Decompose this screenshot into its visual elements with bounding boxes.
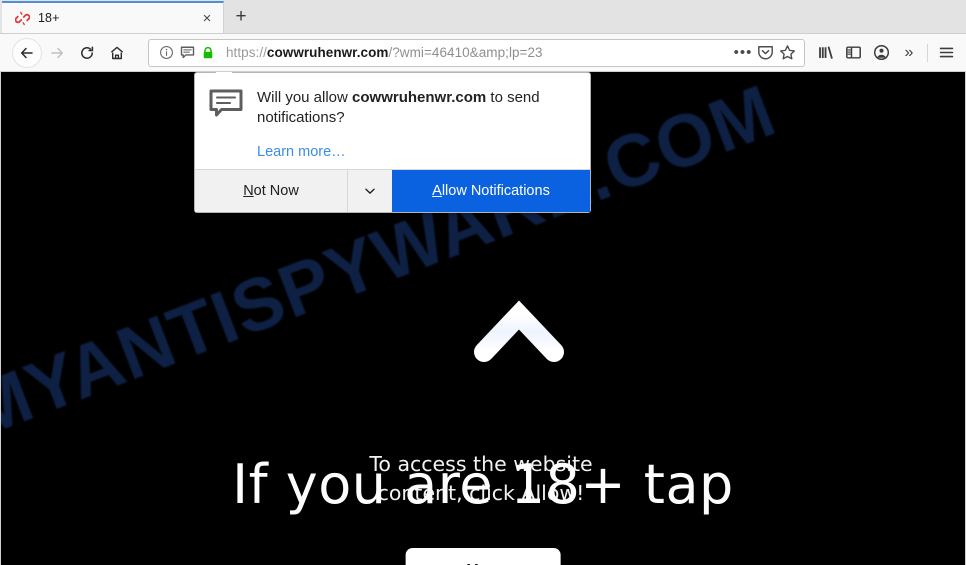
sidebar-icon[interactable] [839, 39, 867, 67]
url-scheme: https:// [226, 45, 267, 60]
chevron-down-icon[interactable] [348, 170, 392, 212]
notification-bubble-icon [209, 88, 243, 161]
navigation-toolbar: https://cowwruhenwr.com/?wmi=46410&amp;l… [0, 34, 966, 72]
page-actions-icon[interactable]: ••• [732, 42, 754, 64]
overflow-chevrons-icon[interactable]: » [895, 39, 923, 67]
allow-label: llow Notifications [441, 182, 550, 199]
pocket-icon[interactable] [754, 42, 776, 64]
back-arrow-icon[interactable] [12, 37, 42, 68]
browser-tab[interactable]: 18+ × [2, 1, 224, 33]
star-icon[interactable] [776, 42, 798, 64]
page-headline: If you are 18+ tap [232, 453, 734, 516]
notification-bubble-icon[interactable] [177, 43, 197, 63]
allow-button[interactable]: Allow [405, 548, 561, 565]
url-text[interactable]: https://cowwruhenwr.com/?wmi=46410&amp;l… [226, 45, 732, 60]
notification-permission-popup: Will you allow cowwruhenwr.com to send n… [194, 72, 591, 213]
page-content: MYANTISPYWARE.COM To access the website … [0, 72, 966, 565]
question-domain: cowwruhenwr.com [352, 89, 487, 106]
close-icon[interactable]: × [197, 8, 217, 28]
url-host: cowwruhenwr.com [266, 45, 389, 60]
not-now-label: ot Now [253, 182, 299, 199]
hamburger-menu-icon[interactable] [932, 39, 960, 67]
url-path: /?wmi=46410&amp;lp=23 [388, 45, 543, 60]
learn-more-link[interactable]: Learn more… [257, 144, 346, 160]
address-bar[interactable]: https://cowwruhenwr.com/?wmi=46410&amp;l… [148, 38, 805, 67]
permission-question: Will you allow cowwruhenwr.com to send n… [257, 88, 574, 128]
padlock-icon[interactable] [198, 43, 218, 63]
not-now-button[interactable]: Not Now [195, 169, 348, 212]
popup-pointer [215, 72, 233, 73]
up-arrow-icon [471, 294, 567, 428]
home-icon[interactable] [102, 38, 132, 68]
account-icon[interactable] [867, 39, 895, 67]
info-circle-icon[interactable] [156, 43, 176, 63]
new-tab-button[interactable]: + [224, 1, 258, 33]
question-prefix: Will you allow [257, 89, 353, 106]
tab-strip: 18+ × + [0, 0, 966, 34]
allow-accesskey: A [432, 182, 442, 199]
not-now-accesskey: N [243, 182, 254, 199]
library-icon[interactable] [811, 39, 839, 67]
broken-link-icon [14, 10, 30, 26]
popup-footer: Not Now Allow Notifications [195, 168, 590, 212]
allow-notifications-button[interactable]: Allow Notifications [392, 169, 590, 212]
popup-body: Will you allow cowwruhenwr.com to send n… [195, 73, 590, 169]
toolbar-right-group: » [811, 39, 960, 67]
popup-text-column: Will you allow cowwruhenwr.com to send n… [257, 88, 574, 161]
forward-arrow-icon [42, 38, 72, 68]
toolbar-divider [927, 43, 928, 62]
browser-window: 18+ × + https://cowwruhenwr.com/?wmi=464… [0, 0, 966, 565]
reload-icon[interactable] [72, 38, 102, 68]
tab-title: 18+ [38, 11, 60, 25]
